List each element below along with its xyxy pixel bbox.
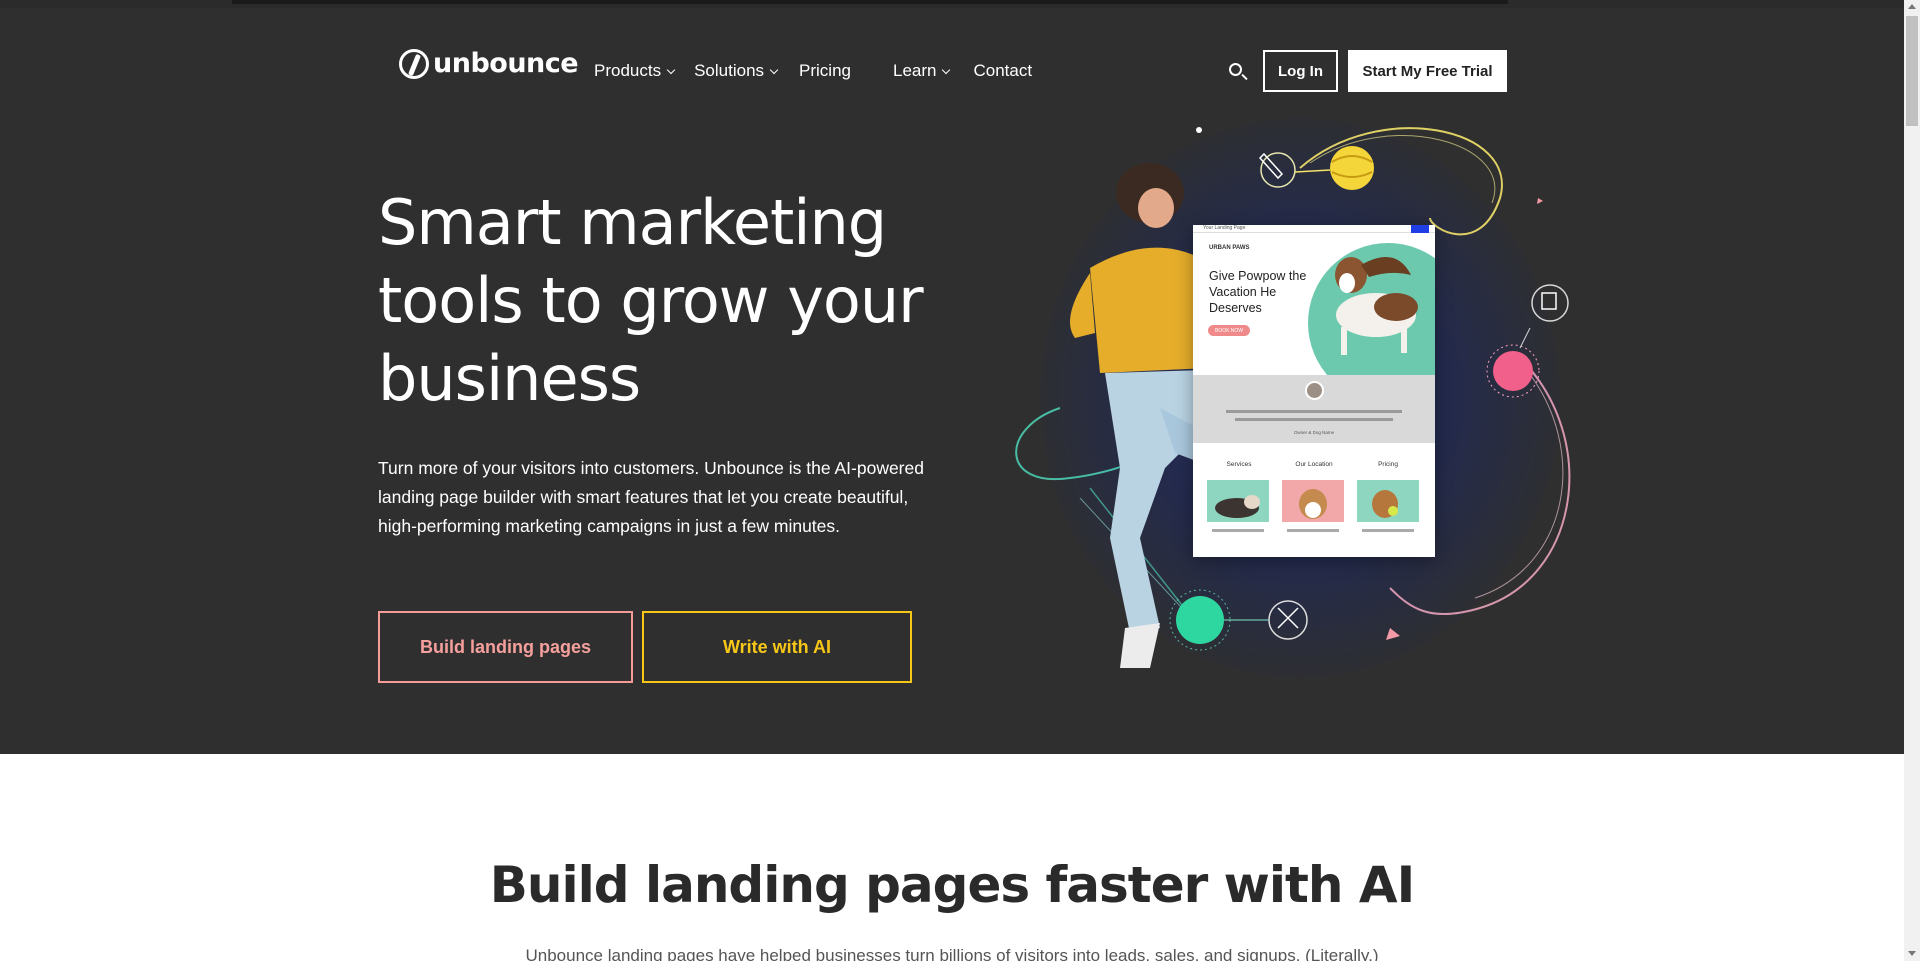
write-with-ai-button[interactable]: Write with AI <box>642 611 912 683</box>
nav-item-label: Products <box>594 61 662 80</box>
section-title: Build landing pages faster with AI <box>489 856 1415 914</box>
unbounce-logo[interactable]: unbounce <box>399 48 579 79</box>
nav-item-label: Learn <box>893 61 937 80</box>
nav-item-label: Pricing <box>799 61 851 80</box>
mockup-col-pricing: Pricing <box>1378 461 1398 468</box>
mockup-text-bar <box>1212 529 1264 532</box>
nav-item-label: Solutions <box>694 61 765 80</box>
hero-title: Smart marketing tools to grow your busin… <box>378 186 924 415</box>
mockup-heading: Give Powpow the Vacation He Deserves <box>1209 269 1307 315</box>
unbounce-logo-icon <box>399 48 429 79</box>
mockup-thumb-pricing <box>1357 480 1419 522</box>
section-description: Unbounce landing pages have helped busin… <box>525 946 1379 961</box>
nav-item-label: Contact <box>973 61 1033 80</box>
logo-text: unbounce <box>433 48 579 79</box>
hero-section: unbounce Products Solutions Pricing Lear… <box>0 8 1904 754</box>
mockup-tab: Your Landing Page <box>1193 225 1435 233</box>
hero-illustration: Your Landing Page URBAN PAWS Give Powpow… <box>960 108 1610 708</box>
nav-item-contact[interactable]: Contact <box>973 61 1032 81</box>
dog-image <box>1335 257 1418 355</box>
scroll-down-icon[interactable] <box>1908 951 1916 956</box>
page-scrollbar[interactable] <box>1904 0 1920 961</box>
mockup-col-services: Services <box>1226 461 1252 468</box>
nav-item-solutions[interactable]: Solutions <box>694 61 779 81</box>
mockup-avatar <box>1305 381 1324 400</box>
mockup-text-bar <box>1362 529 1414 532</box>
start-free-trial-button[interactable]: Start My Free Trial <box>1348 50 1507 92</box>
mockup-caption: Owner & Dog Name <box>1293 430 1335 435</box>
nav-item-products[interactable]: Products <box>594 61 676 81</box>
hero-description: Turn more of your visitors into customer… <box>378 458 924 536</box>
browser-top-strip <box>0 0 1904 8</box>
scroll-up-icon[interactable] <box>1908 4 1916 9</box>
nav-item-pricing[interactable]: Pricing <box>799 61 851 81</box>
chevron-down-icon <box>769 65 779 74</box>
mockup-text-bar <box>1235 418 1393 421</box>
nav-item-learn[interactable]: Learn <box>893 61 951 81</box>
mockup-col-location: Our Location <box>1295 461 1333 468</box>
chevron-down-icon <box>666 65 676 74</box>
mockup-tab-label: Your Landing Page <box>1203 225 1246 231</box>
main-nav: unbounce Products Solutions Pricing Lear… <box>0 8 1904 118</box>
login-button[interactable]: Log In <box>1263 50 1338 92</box>
search-icon[interactable] <box>1228 62 1250 84</box>
landing-page-mockup: Your Landing Page URBAN PAWS Give Powpow… <box>1193 225 1435 557</box>
mockup-brand: URBAN PAWS <box>1209 245 1250 251</box>
mockup-thumb-location <box>1282 480 1344 522</box>
nav-links: Products Solutions Pricing Learn Contact <box>594 61 1032 81</box>
mockup-text-bar <box>1287 529 1339 532</box>
build-landing-pages-button[interactable]: Build landing pages <box>378 611 633 683</box>
mockup-text-bar <box>1226 410 1402 413</box>
scroll-thumb[interactable] <box>1906 16 1918 126</box>
mockup-book-button: BOOK NOW <box>1208 325 1250 336</box>
chevron-down-icon <box>942 65 951 74</box>
mockup-thumb-services <box>1207 480 1269 522</box>
